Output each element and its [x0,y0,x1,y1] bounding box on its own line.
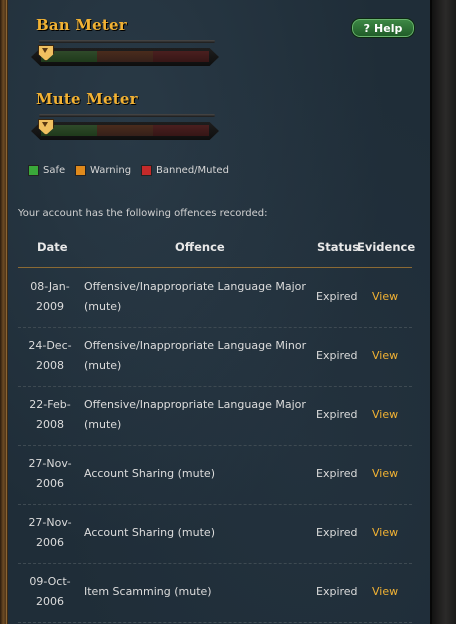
view-evidence-link[interactable]: View [372,405,398,425]
meter-zone-warning [97,51,153,62]
legend-label: Warning [90,165,132,176]
offence-status: Expired [316,290,358,303]
offence-description: Account Sharing (mute) [84,467,215,480]
offence-date: 27-Nov- 2006 [28,516,72,549]
left-frame-border [0,0,8,624]
offence-description: Offensive/Inappropriate Language Major (m… [84,280,306,313]
meter-rail [39,114,215,117]
offence-description: Offensive/Inappropriate Language Major (m… [84,398,306,431]
offence-date: 08-Jan- 2009 [30,280,70,313]
offence-description: Item Scamming (mute) [84,585,212,598]
view-evidence-link[interactable]: View [372,582,398,602]
legend-banned: Banned/Muted [141,165,229,176]
offence-date: 24-Dec- 2008 [28,339,72,372]
view-evidence-link[interactable]: View [372,346,398,366]
column-header-evidence: Evidence [357,240,416,254]
column-header-status: Status [317,240,360,254]
legend-label: Banned/Muted [156,165,229,176]
table-row: 27-Nov- 2006 Account Sharing (mute) Expir… [18,504,412,564]
meter-zone-banned [153,51,209,62]
table-row: 22-Feb- 2008 Offensive/Inappropriate Lang… [18,386,412,446]
offence-date: 09-Oct- 2006 [29,575,71,608]
offence-status: Expired [316,349,358,362]
offence-description: Account Sharing (mute) [84,526,215,539]
column-header-date: Date [37,240,68,254]
ban-meter [31,40,219,68]
offence-status: Expired [316,585,358,598]
view-evidence-link[interactable]: View [372,464,398,484]
table-row: 09-Oct- 2006 Item Scamming (mute) Expired… [18,563,412,623]
view-evidence-link[interactable]: View [372,523,398,543]
table-row: 27-Nov- 2006 Account Sharing (mute) Expir… [18,445,412,505]
question-icon: ? [363,21,371,35]
warning-swatch-icon [75,165,86,176]
safe-swatch-icon [28,165,39,176]
legend-safe: Safe [28,165,65,176]
help-button-label: Help [374,21,403,35]
view-evidence-link[interactable]: View [372,287,398,307]
column-header-offence: Offence [175,240,225,254]
legend-label: Safe [43,165,66,176]
meter-rail [39,40,215,43]
mute-meter [31,114,219,142]
meter-zone-warning [97,125,153,136]
table-row: 08-Jan- 2009 Offensive/Inappropriate Lang… [18,268,412,328]
offence-status: Expired [316,526,358,539]
offence-description: Offensive/Inappropriate Language Minor (m… [84,339,307,372]
mute-meter-title: Mute Meter [36,90,138,108]
offence-date: 27-Nov- 2006 [28,457,72,490]
offences-intro-text: Your account has the following offences … [18,208,268,219]
offence-status: Expired [316,467,358,480]
table-row: 24-Dec- 2008 Offensive/Inappropriate Lang… [18,327,412,387]
ban-meter-title: Ban Meter [36,16,127,34]
help-button[interactable]: ? Help [351,18,415,38]
legend-warning: Warning [75,165,131,176]
offence-status: Expired [316,408,358,421]
offence-date: 22-Feb- 2008 [29,398,71,431]
banned-swatch-icon [141,165,152,176]
meter-zone-muted [153,125,209,136]
right-frame-border [430,0,456,624]
